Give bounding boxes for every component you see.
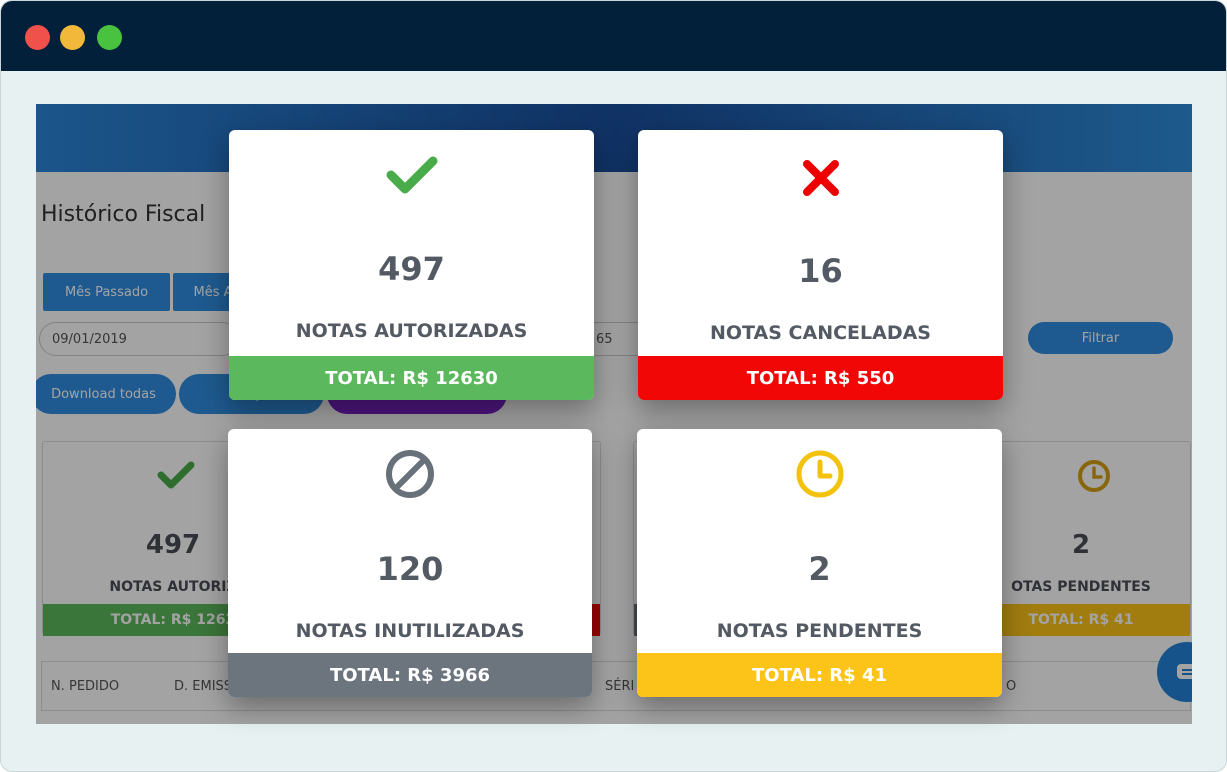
close-window-button[interactable] xyxy=(25,25,50,50)
pending-total: TOTAL: R$ 41 xyxy=(637,653,1002,697)
x-icon xyxy=(802,160,839,196)
voided-label: NOTAS INUTILIZADAS xyxy=(295,620,525,642)
pending-count: 2 xyxy=(808,550,831,588)
app-viewport: Histórico Fiscal Mês Passado Mês A 09/01… xyxy=(36,104,1192,724)
window-titlebar xyxy=(1,1,1226,71)
authorized-count: 497 xyxy=(378,250,445,288)
modal-overlay xyxy=(36,104,1192,724)
canceled-count: 16 xyxy=(798,252,843,290)
maximize-window-button[interactable] xyxy=(97,25,122,50)
voided-total: TOTAL: R$ 3966 xyxy=(228,653,592,697)
minimize-window-button[interactable] xyxy=(60,25,85,50)
card-canceled: 16 NOTAS CANCELADAS TOTAL: R$ 550 xyxy=(638,130,1003,400)
clock-icon xyxy=(796,450,843,498)
ban-icon xyxy=(386,450,434,498)
card-pending: 2 NOTAS PENDENTES TOTAL: R$ 41 xyxy=(637,429,1002,697)
pending-label: NOTAS PENDENTES xyxy=(716,620,923,642)
authorized-total: TOTAL: R$ 12630 xyxy=(229,356,594,400)
card-voided: 120 NOTAS INUTILIZADAS TOTAL: R$ 3966 xyxy=(228,429,592,697)
canceled-label: NOTAS CANCELADAS xyxy=(710,322,931,344)
check-icon xyxy=(386,156,437,194)
card-authorized: 497 NOTAS AUTORIZADAS TOTAL: R$ 12630 xyxy=(229,130,594,400)
authorized-label: NOTAS AUTORIZADAS xyxy=(295,320,528,342)
voided-count: 120 xyxy=(376,550,444,588)
canceled-total: TOTAL: R$ 550 xyxy=(638,356,1003,400)
browser-window: Histórico Fiscal Mês Passado Mês A 09/01… xyxy=(0,0,1227,772)
